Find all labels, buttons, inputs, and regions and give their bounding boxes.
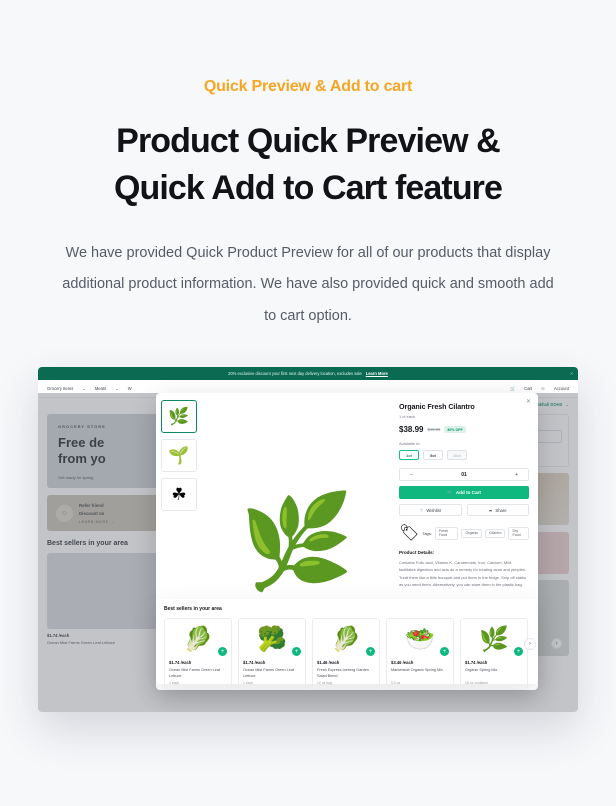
close-icon[interactable]: × (570, 371, 573, 376)
tag-fresh-food[interactable]: Fresh Food (434, 526, 459, 540)
nav-cart-label[interactable]: Cart (524, 386, 532, 391)
best-seller-card-1[interactable]: 🥦 + $1.74 /each Ocean Mist Farms Green L… (238, 618, 306, 690)
product-quantity: 5.0 oz (391, 681, 401, 685)
tag-list: 🏷 Tags: Fresh Food Organic Cilantro Dry … (399, 523, 529, 543)
app-mockup-window: 20% exclusive discount your first next d… (38, 367, 578, 712)
product-price: $1.46 /each (317, 660, 340, 665)
product-price: $1.74 /each (243, 660, 266, 665)
close-icon[interactable]: ✕ (526, 398, 531, 405)
tag-organic[interactable]: Organic (461, 528, 483, 538)
product-price: $38.99 (399, 425, 424, 434)
tag-dry-food[interactable]: Dry Food (508, 526, 529, 540)
best-seller-card-3[interactable]: 🥗 + $3.46 /each Marketside Organic Sprin… (386, 618, 454, 690)
size-option-10ct: 10ct (447, 450, 467, 460)
thumbnail-2[interactable]: ☘ (161, 478, 197, 511)
product-price: $3.46 /each (391, 660, 414, 665)
chevron-down-icon: ⌄ (82, 386, 86, 391)
best-seller-card-0[interactable]: 🥬 + $1.74 /each Ocean Mist Farms Green L… (164, 618, 232, 690)
cart-icon: 🛒 (447, 489, 453, 495)
wishlist-label: Wishlist (426, 507, 441, 513)
share-label: Share (495, 507, 507, 513)
thumbnail-0[interactable]: 🌿 (161, 400, 197, 433)
add-icon[interactable]: + (218, 647, 227, 656)
nav-item-meats[interactable]: Meats (95, 386, 106, 391)
product-quantity: 1 each (169, 681, 180, 685)
best-sellers-row: 🥬 + $1.74 /each Ocean Mist Farms Green L… (164, 618, 536, 690)
page-title-line-2: Quick Add to Cart feature (113, 168, 503, 207)
best-sellers-carousel: Best sellers in your area 🥬 + $1.74 /eac… (156, 599, 538, 690)
discount-badge: 30% OFF (444, 426, 466, 433)
tag-cilantro[interactable]: Cilantro (485, 528, 506, 538)
announcement-learn-more-link[interactable]: Learn More (366, 371, 388, 376)
product-price: $1.74 /each (169, 660, 192, 665)
product-price-original: $49.99 (427, 427, 441, 432)
quantity-decrease-button[interactable]: − (410, 472, 413, 478)
tags-label: Tags: (422, 530, 432, 536)
nav-item-more[interactable]: W (128, 386, 132, 391)
announcement-text: 20% exclusive discount your first next d… (228, 371, 362, 376)
product-name: Fresh Express Iceberg Garden Salad Blend (317, 668, 369, 679)
quantity-value: 01 (461, 471, 467, 478)
product-quantity: 12 oz bag (317, 681, 332, 685)
product-quantity: 16 oz container (465, 681, 489, 685)
best-sellers-title: Best sellers in your area (164, 606, 222, 612)
cart-icon[interactable]: 🛒 (510, 386, 515, 392)
page-subtitle: We have provided Quick Product Preview f… (62, 244, 554, 324)
heart-icon: ♡ (419, 507, 424, 513)
size-option-group: 1ct 5ct 10ct (399, 450, 529, 460)
product-name: Ocean Mist Farms Green Leaf Lettuce (243, 668, 295, 679)
size-option-5ct[interactable]: 5ct (423, 450, 443, 460)
marketing-header: Quick Preview & Add to cart Product Quic… (0, 0, 616, 332)
nav-item-grocery-items[interactable]: Grocery Items (47, 386, 73, 391)
add-icon[interactable]: + (514, 647, 523, 656)
share-icon: ➦ (488, 507, 493, 513)
add-icon[interactable]: + (366, 647, 375, 656)
best-seller-card-2[interactable]: 🥬 + $1.46 /each Fresh Express Iceberg Ga… (312, 618, 380, 690)
nav-right-group: 🛒 Cart ☉ Account (510, 386, 569, 392)
account-icon[interactable]: ☉ (541, 386, 545, 391)
wishlist-button[interactable]: ♡ Wishlist (399, 504, 462, 516)
page-title-line-1: Product Quick Preview & (116, 122, 501, 160)
price-row: $38.99 $49.99 30% OFF (399, 425, 529, 434)
product-price: $1.74 /each (465, 660, 488, 665)
section-eyebrow: Quick Preview & Add to cart (203, 78, 413, 95)
add-to-cart-button[interactable]: 🛒 Add to Cart (399, 486, 529, 499)
size-option-1ct[interactable]: 1ct (399, 450, 419, 460)
product-name: Organic Spring Mix (465, 668, 498, 672)
nav-account-label[interactable]: Account (554, 386, 569, 391)
tag-icon: 🏷 (399, 525, 420, 542)
product-name: Marketside Organic Spring Mix (391, 668, 443, 672)
available-in-label: Available in: (399, 441, 421, 446)
product-title: Organic Fresh Cilantro (399, 402, 475, 411)
product-quantity: 1 each (243, 681, 254, 685)
announcement-bar: 20% exclusive discount your first next d… (38, 367, 578, 380)
quantity-stepper[interactable]: − 01 + (399, 468, 529, 481)
product-name: Ocean Mist Farms Green Leaf Lettuce (169, 668, 221, 679)
carousel-next-button[interactable]: › (524, 638, 536, 650)
secondary-actions: ♡ Wishlist ➦ Share (399, 504, 529, 516)
product-details-body: Contains Folic acid, Vitamin K, Caroteno… (399, 560, 526, 588)
product-unit: 1 ct each (399, 414, 416, 419)
best-seller-card-4[interactable]: 🌿 + $1.74 /each Organic Spring Mix 16 oz… (460, 618, 528, 690)
page-title: Product Quick Preview & Quick Add to Car… (0, 118, 616, 212)
add-icon[interactable]: + (440, 647, 449, 656)
thumbnail-1[interactable]: 🌱 (161, 439, 197, 472)
product-details-heading: Product Details: (399, 550, 435, 555)
add-icon[interactable]: + (292, 647, 301, 656)
quantity-increase-button[interactable]: + (515, 472, 518, 478)
add-to-cart-label: Add to Cart (455, 490, 481, 495)
chevron-down-icon: ⌄ (115, 386, 119, 391)
share-button[interactable]: ➦ Share (466, 504, 529, 516)
